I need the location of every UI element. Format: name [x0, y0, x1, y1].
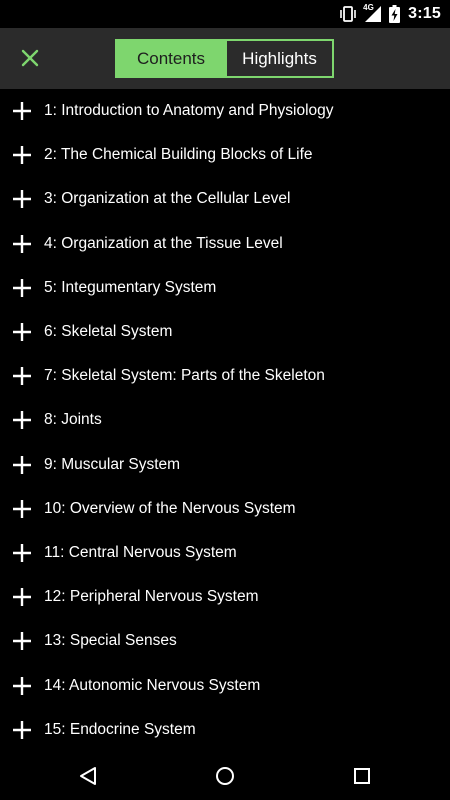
chapter-row[interactable]: 4: Organization at the Tissue Level — [0, 222, 450, 266]
tab-highlights[interactable]: Highlights — [225, 41, 332, 76]
chapter-row[interactable]: 14: Autonomic Nervous System — [0, 663, 450, 707]
plus-icon[interactable] — [12, 278, 32, 298]
signal-icon: 4G — [363, 3, 382, 22]
tab-contents[interactable]: Contents — [117, 41, 225, 76]
chapter-label: 6: Skeletal System — [44, 323, 173, 341]
chapter-label: 14: Autonomic Nervous System — [44, 676, 261, 694]
plus-icon[interactable] — [12, 499, 32, 519]
chapter-label: 7: Skeletal System: Parts of the Skeleto… — [44, 367, 325, 385]
status-icons: 4G 3:15 — [339, 0, 441, 28]
chapter-row[interactable]: 1: Introduction to Anatomy and Physiolog… — [0, 89, 450, 133]
plus-icon[interactable] — [12, 322, 32, 342]
chapter-row[interactable]: 13: Special Senses — [0, 619, 450, 663]
plus-icon[interactable] — [12, 676, 32, 696]
chapter-label: 2: The Chemical Building Blocks of Life — [44, 146, 313, 164]
status-bar: 4G 3:15 — [0, 0, 450, 28]
chapter-row[interactable]: 10: Overview of the Nervous System — [0, 487, 450, 531]
recents-button[interactable] — [342, 756, 382, 796]
back-button[interactable] — [68, 756, 108, 796]
view-toggle: Contents Highlights — [115, 39, 334, 78]
home-icon — [216, 767, 234, 785]
chapter-row[interactable]: 5: Integumentary System — [0, 266, 450, 310]
chapter-label: 10: Overview of the Nervous System — [44, 499, 296, 517]
plus-icon[interactable] — [12, 234, 32, 254]
chapter-label: 8: Joints — [44, 411, 102, 429]
plus-icon[interactable] — [12, 455, 32, 475]
network-type-label: 4G — [363, 3, 374, 12]
plus-icon[interactable] — [12, 543, 32, 563]
recents-icon — [354, 768, 370, 784]
plus-icon[interactable] — [12, 720, 32, 740]
plus-icon[interactable] — [12, 410, 32, 430]
plus-icon[interactable] — [12, 101, 32, 121]
plus-icon[interactable] — [12, 587, 32, 607]
chapter-label: 5: Integumentary System — [44, 278, 217, 296]
plus-icon[interactable] — [12, 189, 32, 209]
close-button[interactable] — [15, 43, 45, 73]
chapter-label: 12: Peripheral Nervous System — [44, 588, 259, 606]
toolbar: Contents Highlights — [0, 28, 450, 89]
plus-icon[interactable] — [12, 631, 32, 651]
chapter-row[interactable]: 11: Central Nervous System — [0, 531, 450, 575]
battery-charging-icon — [389, 5, 401, 23]
chapter-label: 9: Muscular System — [44, 455, 181, 473]
chapter-label: 1: Introduction to Anatomy and Physiolog… — [44, 102, 334, 120]
chapter-row[interactable]: 7: Skeletal System: Parts of the Skeleto… — [0, 354, 450, 398]
status-time: 3:15 — [408, 5, 441, 22]
home-button[interactable] — [205, 756, 245, 796]
chapter-row[interactable]: 8: Joints — [0, 398, 450, 442]
back-icon — [80, 767, 96, 785]
chapter-label: 11: Central Nervous System — [44, 543, 237, 561]
chapter-row[interactable]: 12: Peripheral Nervous System — [0, 575, 450, 619]
chapter-label: 3: Organization at the Cellular Level — [44, 190, 291, 208]
vibrate-icon — [339, 6, 357, 22]
chapter-label: 4: Organization at the Tissue Level — [44, 234, 283, 252]
chapter-row[interactable]: 9: Muscular System — [0, 443, 450, 487]
chapter-row[interactable]: 3: Organization at the Cellular Level — [0, 177, 450, 221]
chapter-row[interactable]: 15: Endocrine System — [0, 708, 450, 752]
chapter-list: 1: Introduction to Anatomy and Physiolog… — [0, 89, 450, 752]
navigation-bar — [0, 752, 450, 800]
plus-icon[interactable] — [12, 366, 32, 386]
chapter-row[interactable]: 2: The Chemical Building Blocks of Life — [0, 133, 450, 177]
plus-icon[interactable] — [12, 145, 32, 165]
chapter-label: 15: Endocrine System — [44, 720, 196, 738]
close-icon — [21, 49, 39, 67]
chapter-row[interactable]: 6: Skeletal System — [0, 310, 450, 354]
chapter-label: 13: Special Senses — [44, 632, 177, 650]
